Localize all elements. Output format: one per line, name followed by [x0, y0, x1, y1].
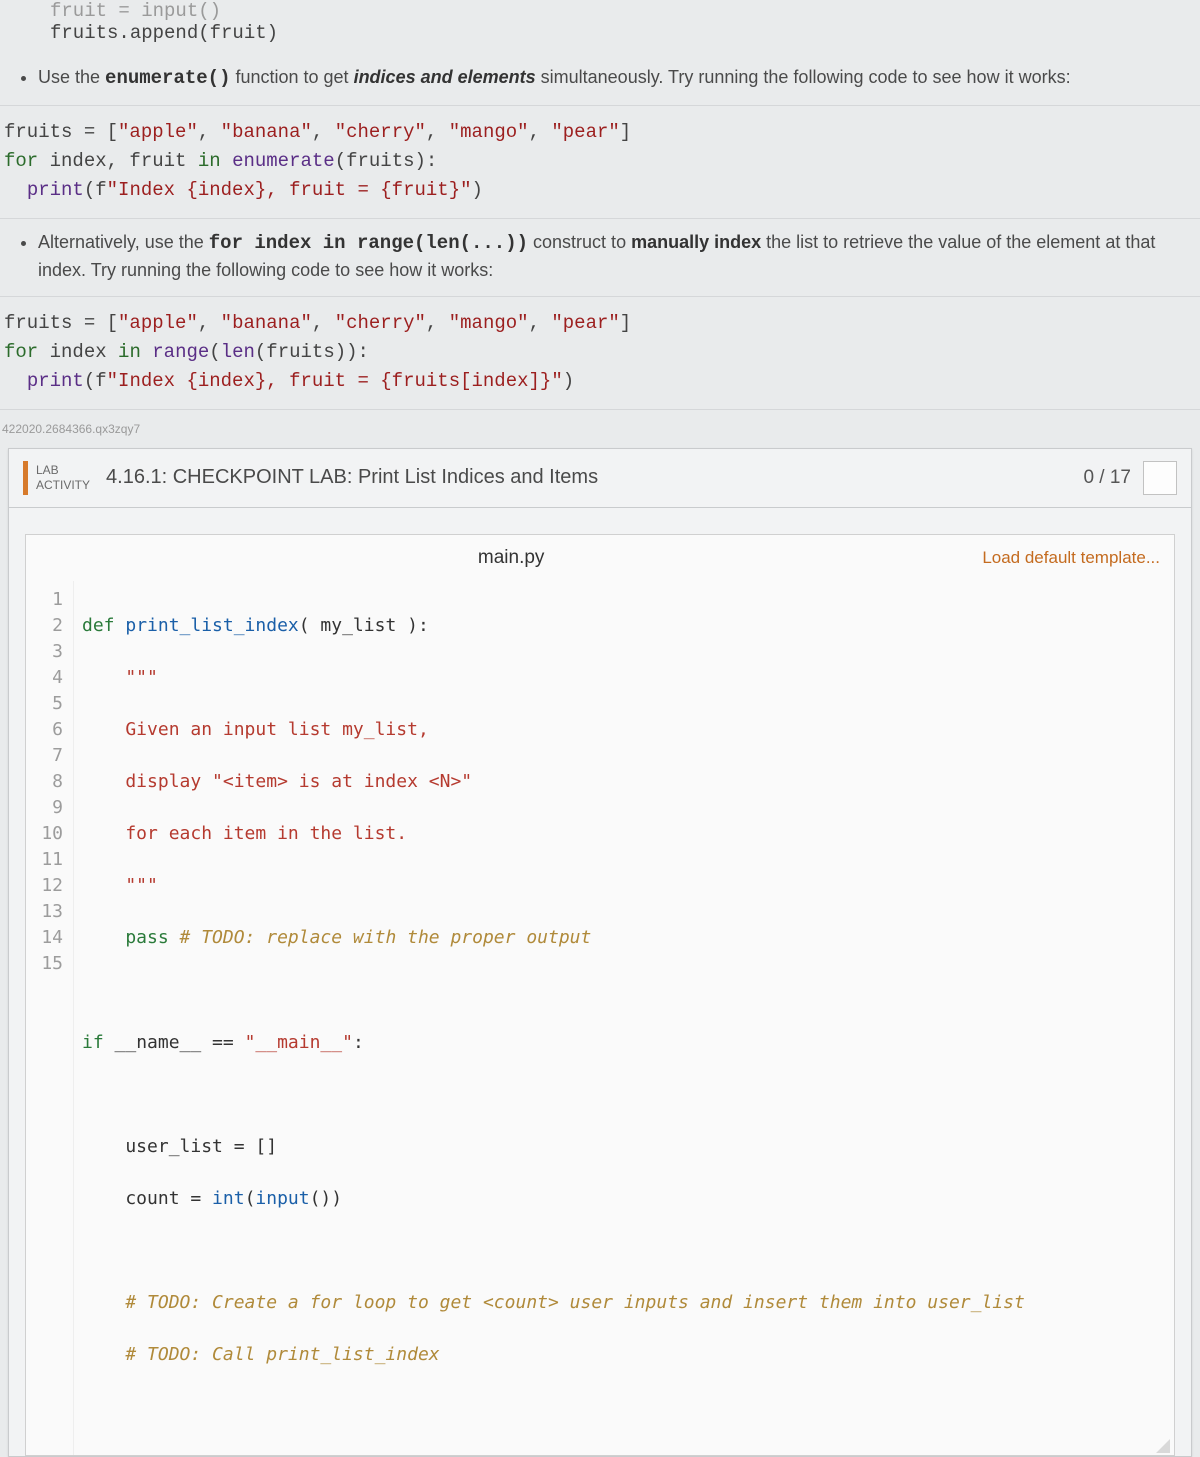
lab-title: 4.16.1: CHECKPOINT LAB: Print List Indic…	[106, 466, 1083, 489]
lab-score: 0 / 17	[1083, 467, 1131, 489]
snippet-line-faded: fruit = input()	[50, 0, 1200, 22]
code-block-range: fruits = ["apple", "banana", "cherry", "…	[0, 296, 1200, 410]
instruction-item: Alternatively, use the for index in rang…	[38, 219, 1182, 296]
score-box-icon[interactable]	[1143, 461, 1177, 495]
lab-header: LAB ACTIVITY 4.16.1: CHECKPOINT LAB: Pri…	[9, 449, 1191, 508]
editor-body[interactable]: 1 2 3 4 5 6 7 8 9 10 11 12 13 14 15 def …	[26, 581, 1174, 1455]
code-inline: for index in range(len(...))	[209, 232, 528, 254]
code-inline: enumerate()	[105, 67, 230, 89]
editor-filename: main.py	[40, 547, 982, 569]
code-editor: main.py Load default template... 1 2 3 4…	[25, 534, 1175, 1456]
line-number-gutter: 1 2 3 4 5 6 7 8 9 10 11 12 13 14 15	[26, 581, 74, 1455]
code-block-enumerate: fruits = ["apple", "banana", "cherry", "…	[0, 105, 1200, 219]
lab-badge: LAB ACTIVITY	[23, 461, 100, 495]
code-content[interactable]: def print_list_index( my_list ): """ Giv…	[74, 581, 1174, 1455]
reference-id: 422020.2684366.qx3zqy7	[0, 410, 1200, 446]
instruction-list: Alternatively, use the for index in rang…	[0, 219, 1200, 296]
editor-toolbar: main.py Load default template...	[26, 535, 1174, 581]
snippet-line: fruits.append(fruit)	[50, 22, 1200, 44]
load-default-template-link[interactable]: Load default template...	[982, 548, 1160, 568]
instruction-item: Use the enumerate() function to get indi…	[38, 54, 1182, 105]
instruction-list: Use the enumerate() function to get indi…	[0, 54, 1200, 105]
lab-activity-card: LAB ACTIVITY 4.16.1: CHECKPOINT LAB: Pri…	[8, 448, 1192, 1457]
code-snippet-top: fruit = input() fruits.append(fruit)	[0, 0, 1200, 54]
resize-handle-icon[interactable]	[1156, 1427, 1170, 1453]
